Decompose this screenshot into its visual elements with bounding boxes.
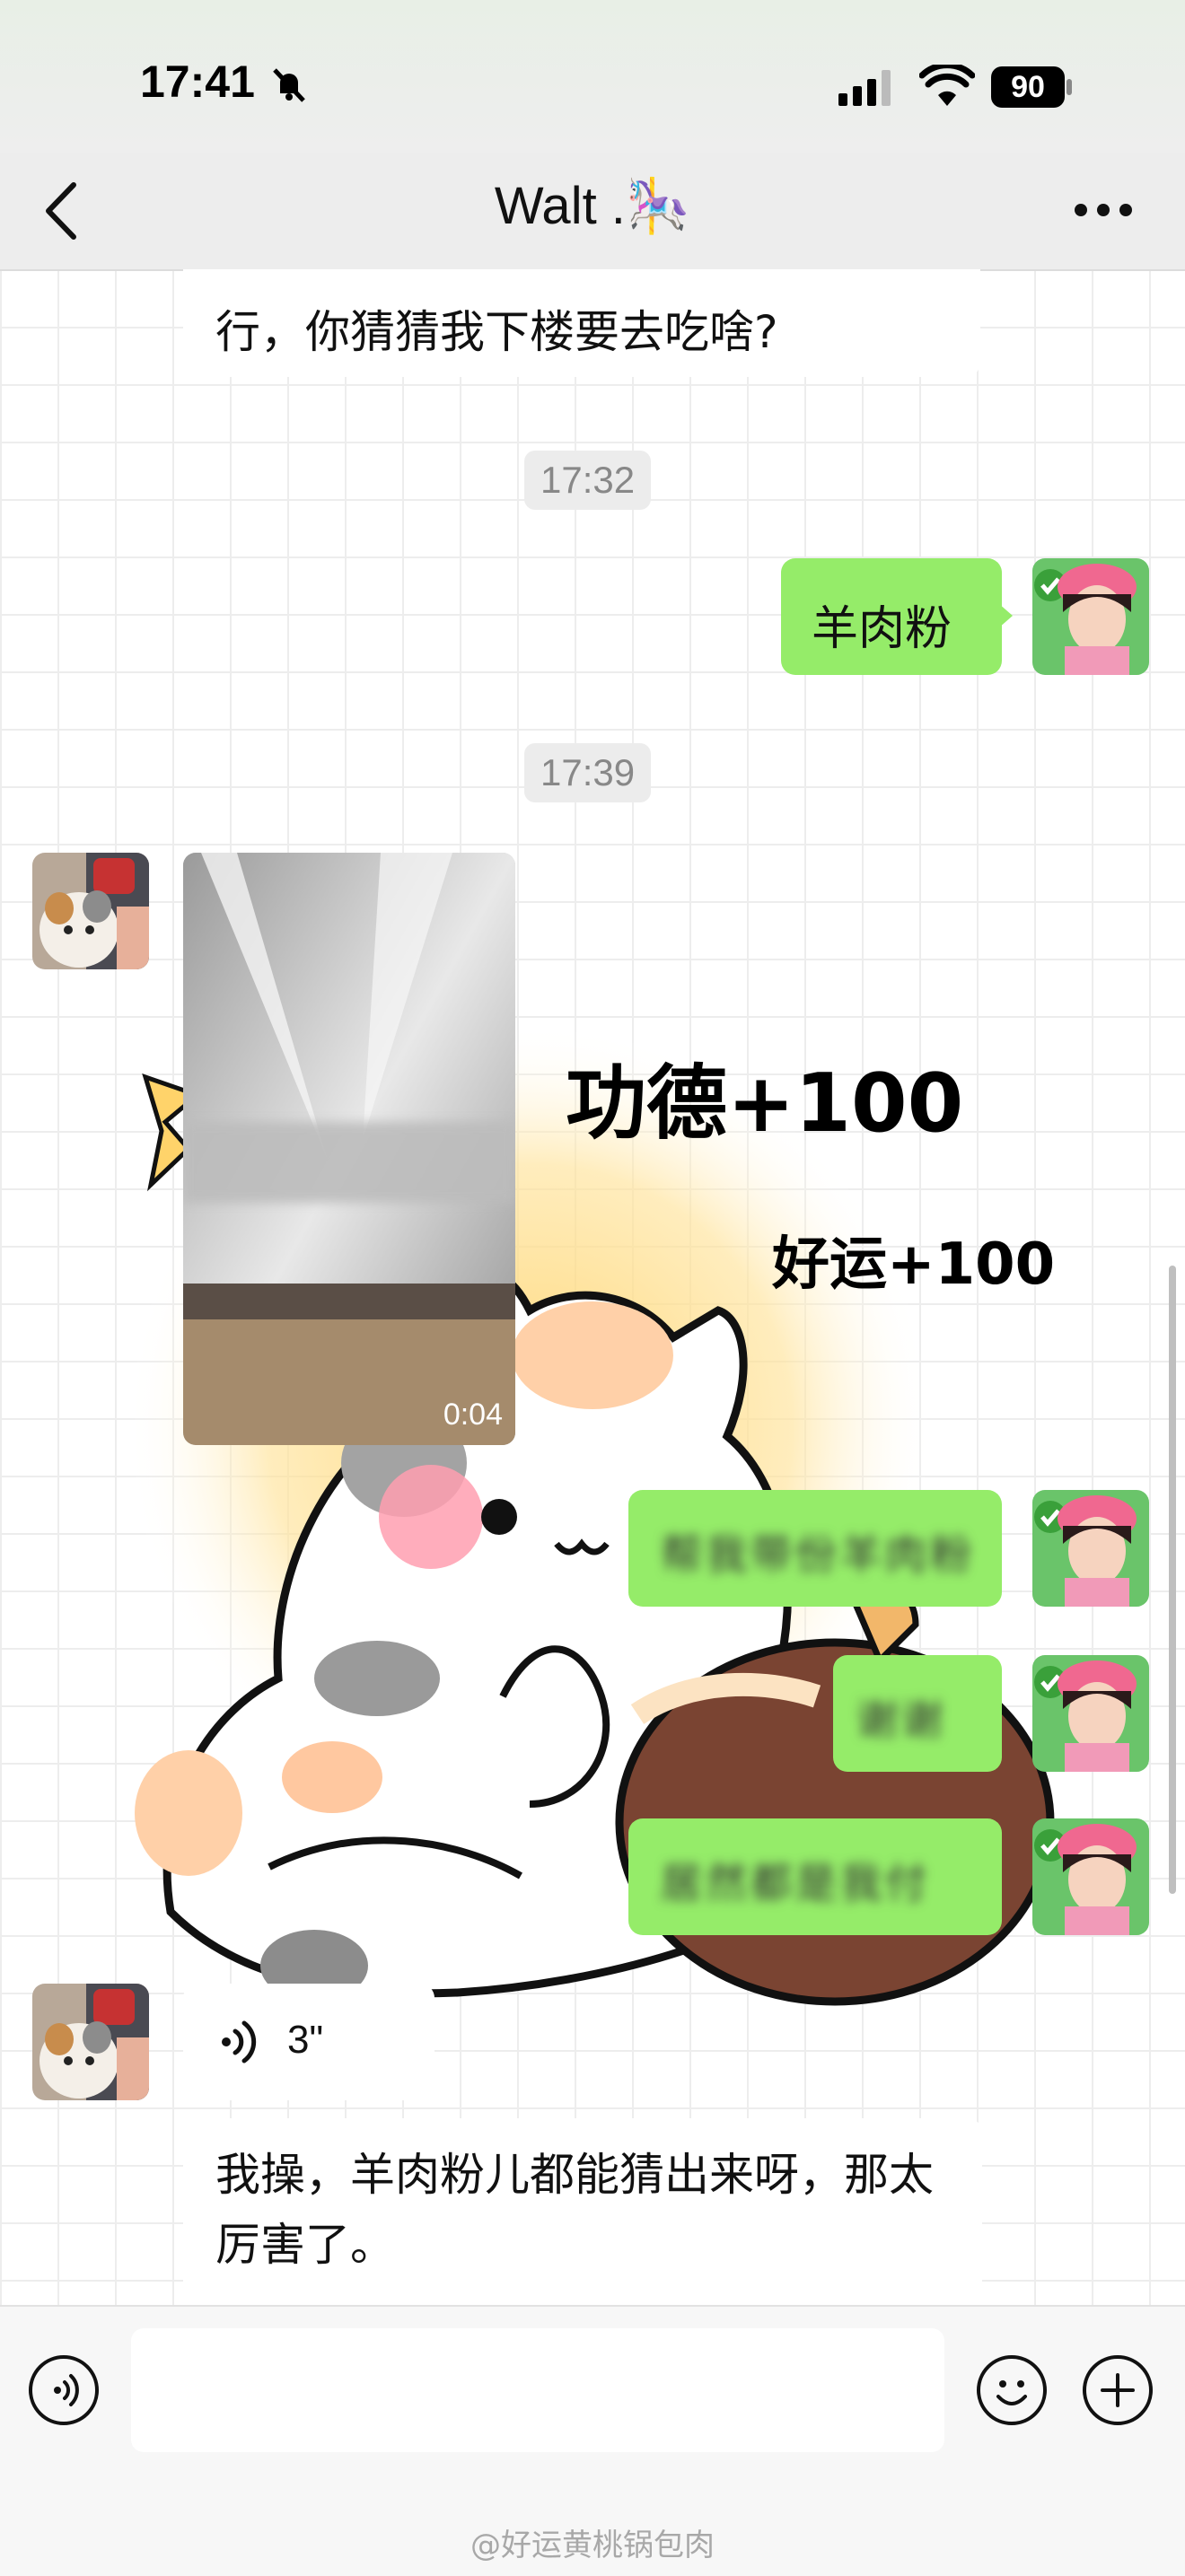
timestamp: 17:39 — [524, 743, 652, 802]
sticker-text-luck: 好运+100 — [771, 1231, 1055, 1298]
voice-input-button[interactable] — [29, 2355, 99, 2425]
self-avatar[interactable] — [1032, 1818, 1149, 1935]
add-button[interactable] — [1083, 2355, 1153, 2425]
voice-transcription-text: 我操，羊肉粉儿都能猜出来呀，那太厉害了。 — [215, 2149, 934, 2271]
contact-avatar[interactable] — [32, 853, 149, 969]
voice-wave-icon — [219, 2020, 260, 2064]
silent-mode-icon — [268, 63, 311, 106]
message-text-blurred: 帮我带份羊肉粉 — [661, 1530, 975, 1579]
video-duration: 0:04 — [443, 1398, 503, 1432]
scroll-indicator[interactable] — [1169, 1266, 1176, 1894]
message-text: 羊肉粉 — [812, 602, 952, 656]
emoji-button[interactable] — [977, 2355, 1047, 2425]
video-message[interactable]: 0:04 — [183, 853, 515, 1445]
self-avatar[interactable] — [1032, 558, 1149, 675]
wifi-icon — [918, 62, 976, 108]
status-time: 17:41 — [140, 57, 255, 107]
self-avatar[interactable] — [1032, 1655, 1149, 1772]
bubble-tail-icon — [998, 603, 1013, 628]
message-text-blurred: 居然都是我付 — [661, 1859, 930, 1907]
chat-title: Walt .🎠 — [494, 177, 691, 235]
self-avatar[interactable] — [1032, 1490, 1149, 1607]
message-input[interactable] — [131, 2328, 944, 2452]
timestamp: 17:32 — [524, 451, 652, 510]
watermark: @好运黄桃锅包肉 — [470, 2528, 715, 2563]
more-options-button[interactable] — [1072, 199, 1135, 221]
sticker-text-merit: 功德+100 — [566, 1056, 963, 1151]
battery-level: 90 — [1011, 70, 1045, 104]
message-text-blurred: 谢谢 — [856, 1695, 946, 1744]
contact-avatar[interactable] — [32, 1984, 149, 2100]
battery-icon: 90 — [991, 66, 1074, 110]
cellular-signal-icon — [838, 70, 898, 106]
message-text: 行，你猜猜我下楼要去吃啥? — [215, 306, 778, 358]
voice-duration: 3" — [287, 2018, 324, 2062]
